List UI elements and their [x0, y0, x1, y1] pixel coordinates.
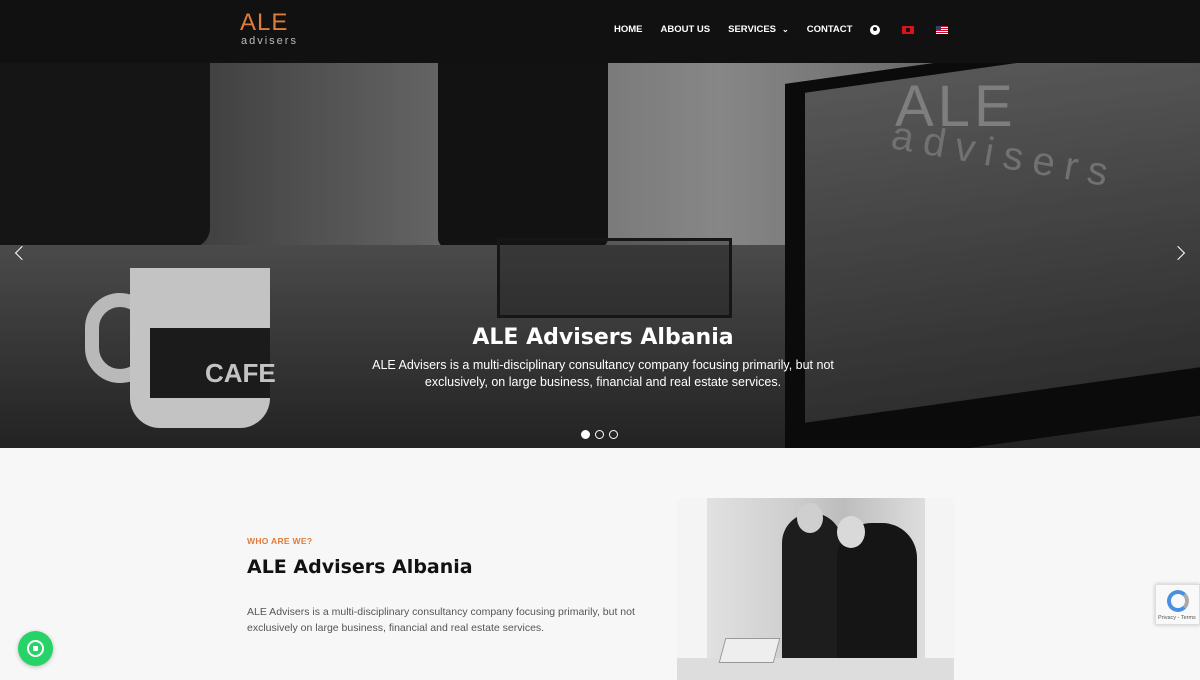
slider-next-arrow-icon[interactable] [1173, 246, 1187, 260]
about-title: ALE Advisers Albania [247, 556, 473, 578]
logo[interactable]: ALE advisers [240, 11, 300, 51]
recaptcha-badge[interactable]: Privacy - Terms [1155, 584, 1200, 625]
nav-about-us[interactable]: ABOUT US [661, 24, 711, 35]
user-icon[interactable] [870, 24, 881, 35]
us-flag-icon[interactable] [936, 25, 949, 34]
logo-text: ALE [240, 9, 289, 36]
slider-dots [581, 430, 623, 439]
photo-laptop [718, 638, 781, 663]
about-kicker: WHO ARE WE? [247, 536, 313, 546]
logo-mark: ALE [240, 11, 288, 35]
photo-person-head [797, 503, 823, 533]
logo-subtitle: advisers [241, 35, 298, 47]
photo-person-head [837, 516, 865, 548]
nav-services-label: SERVICES [728, 24, 776, 35]
slider-dot-1[interactable] [581, 430, 590, 439]
main-nav: HOME ABOUT US SERVICES ⌄ CONTACT [614, 24, 970, 35]
photo-window [925, 498, 954, 680]
recaptcha-icon [1167, 590, 1189, 612]
photo-window [677, 498, 707, 680]
slider-dot-3[interactable] [609, 430, 618, 439]
about-text: ALE Advisers is a multi-disciplinary con… [247, 606, 635, 634]
about-photo [677, 498, 954, 680]
hero-text: ALE Advisers is a multi-disciplinary con… [372, 358, 834, 389]
whatsapp-icon [27, 640, 44, 657]
chevron-down-icon: ⌄ [782, 25, 789, 34]
site-header: ALE advisers HOME ABOUT US SERVICES ⌄ CO… [0, 0, 1200, 63]
slider-dot-2[interactable] [595, 430, 604, 439]
whatsapp-button[interactable] [18, 631, 53, 666]
recaptcha-text: Privacy - Terms [1158, 615, 1196, 621]
photo-person [782, 513, 842, 680]
nav-contact[interactable]: CONTACT [807, 24, 853, 35]
hero-slider: ALE advisers CAFE ALE Advisers Albania A… [0, 63, 1200, 448]
nav-services[interactable]: SERVICES ⌄ [728, 24, 789, 35]
hero-title: ALE Advisers Albania [472, 325, 734, 350]
nav-home[interactable]: HOME [614, 24, 643, 35]
slider-prev-arrow-icon[interactable] [13, 246, 27, 260]
albania-flag-icon[interactable] [902, 25, 915, 34]
